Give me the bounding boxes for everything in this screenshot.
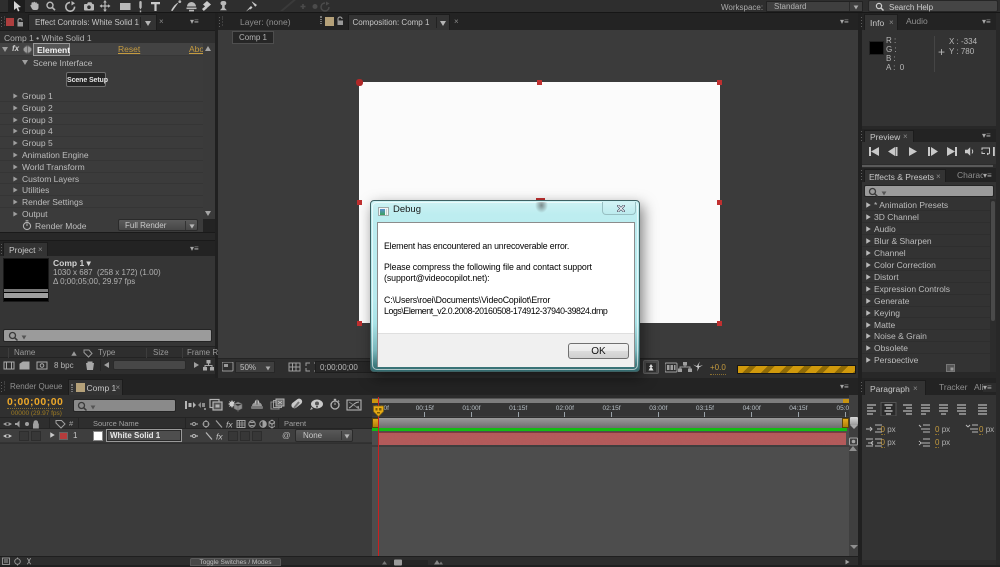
svg-text:fx: fx bbox=[226, 420, 233, 430]
svg-text:fx: fx bbox=[216, 432, 223, 442]
